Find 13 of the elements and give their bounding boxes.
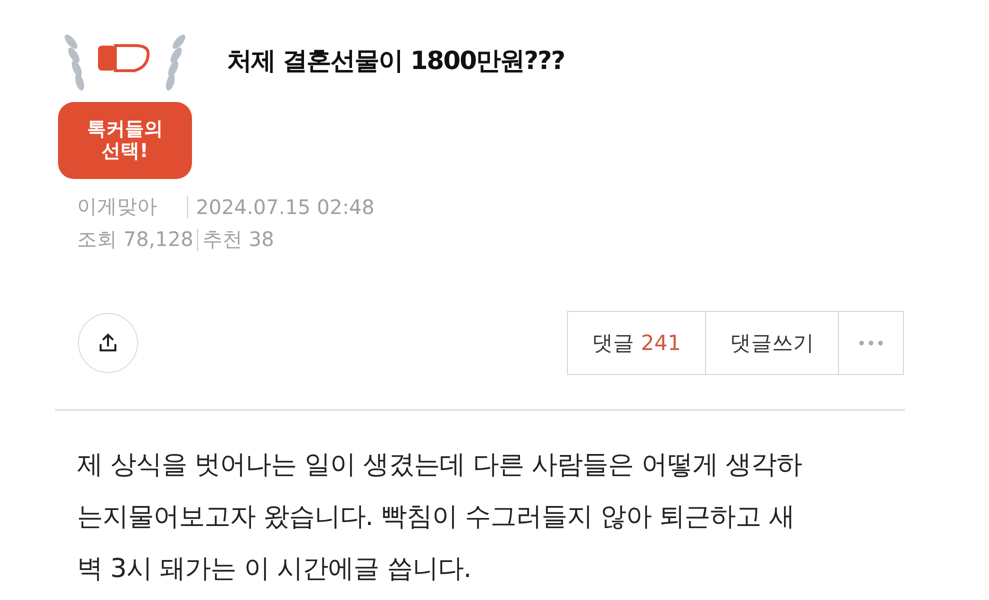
- author-name: 이게맞아: [77, 193, 157, 220]
- share-icon: [97, 332, 119, 354]
- body-text: 벽 3시 돼가는 이 시간에글 씁니다.: [77, 553, 472, 586]
- comments-button[interactable]: 댓글 241: [567, 311, 706, 375]
- badge-text: 톡커들의: [87, 118, 163, 140]
- recommend-count: 추천 38: [202, 226, 274, 253]
- write-comment-button[interactable]: 댓글쓰기: [705, 311, 839, 375]
- body-text: 제 상식을 벗어나는 일이 생겼는데 다른 사람들은 어떻게 생각하: [77, 449, 804, 482]
- view-count: 조회 78,128: [77, 226, 194, 253]
- badge-text: 선택!: [102, 140, 148, 164]
- post-title: 처제 결혼선물이 1800만원???: [227, 45, 564, 77]
- body-text: 는지물어보고자 왔습니다. 빡침이 수그러들지 않아 퇴근하고 새: [77, 501, 796, 534]
- post-date: 2024.07.15 02:48: [196, 194, 375, 218]
